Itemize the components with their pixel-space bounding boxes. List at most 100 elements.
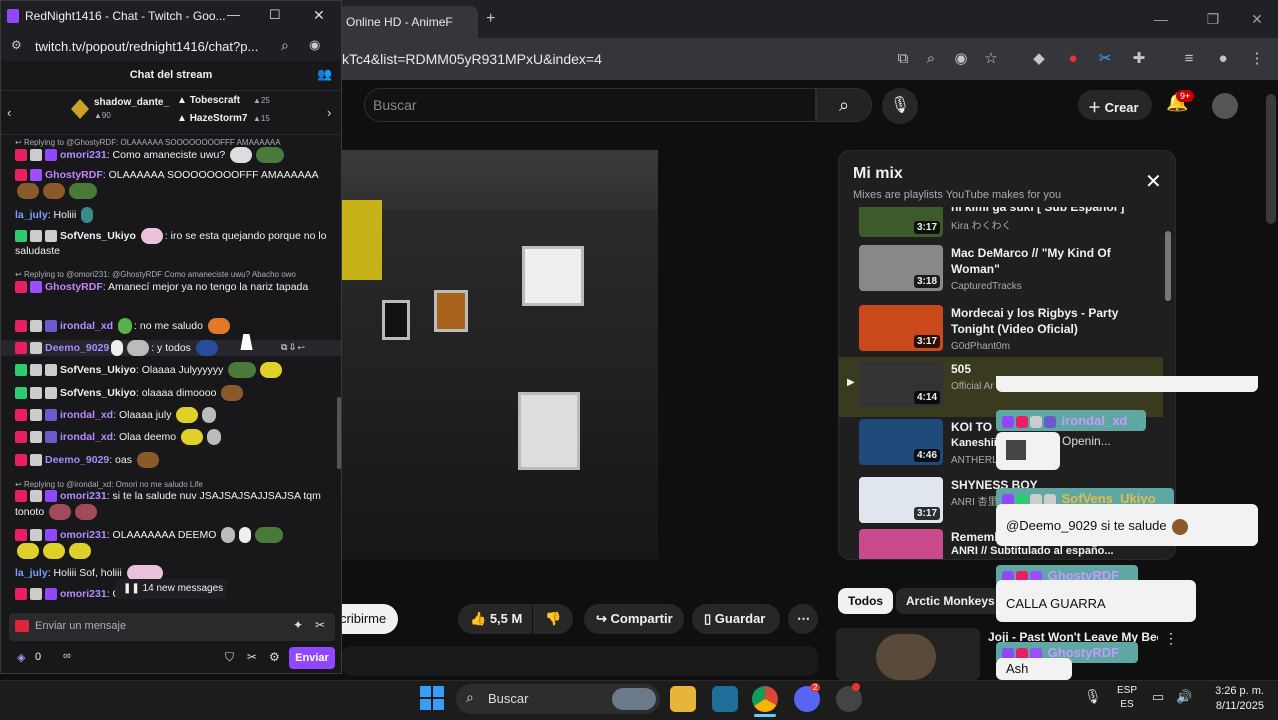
chat-username[interactable]: omori231 <box>60 529 107 541</box>
file-explorer-icon[interactable] <box>670 686 696 712</box>
chat-username[interactable]: omori231 <box>60 149 107 161</box>
chat-username[interactable]: SofVens_Ukiyo <box>60 387 136 399</box>
chat-message[interactable]: GhostyRDF: Amanecí mejor ya no tengo la … <box>15 280 331 295</box>
minimize-icon[interactable]: — <box>1150 8 1172 30</box>
mix-scrollbar[interactable] <box>1165 231 1171 301</box>
browser-tab-youtube[interactable]: Online HD - AnimeF <box>336 6 478 38</box>
mix-item[interactable]: 3:17 hi kimi ga suki [ Sub Español ] Kir… <box>839 207 1161 237</box>
more-options-icon[interactable]: ⋮ <box>1164 630 1178 647</box>
chat-message[interactable]: irondal_xd: Olaa deemo <box>15 429 331 445</box>
maximize-icon[interactable]: ☐ <box>269 7 281 23</box>
save-button[interactable]: ▯ Guardar <box>692 604 780 634</box>
yt-search-input[interactable]: Buscar <box>364 88 816 122</box>
chat-username[interactable]: omori231 <box>60 490 107 502</box>
shield-icon[interactable]: ⛉ <box>225 650 234 665</box>
share-button[interactable]: ↪ Compartir <box>584 604 684 634</box>
search-icon[interactable]: ⌕ <box>816 88 872 122</box>
chat-username[interactable]: GhostyRDF <box>45 169 103 181</box>
dislike-button[interactable]: 👎 <box>533 604 573 634</box>
menu-icon[interactable]: ⋮ <box>1246 48 1268 70</box>
reply-action-icons[interactable]: ⧉ ⇩ ↩ <box>281 340 305 355</box>
restore-icon[interactable]: ❐ <box>1202 8 1224 30</box>
extension-red-icon[interactable]: ● <box>1062 48 1084 70</box>
extension-blue-icon[interactable]: ✂ <box>1094 48 1116 70</box>
eye-off-icon[interactable]: ◉ <box>950 48 972 70</box>
chat-username[interactable]: Deemo_9029 <box>45 454 109 466</box>
chat-username[interactable]: omori231 <box>60 588 107 600</box>
video-player[interactable] <box>342 150 658 560</box>
chat-message[interactable]: omori231: OLAAAAAAA DEEMO <box>15 527 331 559</box>
puzzle-icon[interactable]: ✚ <box>1128 48 1150 70</box>
chat-message[interactable]: GhostyRDF: OLAAAAAA SOOOOOOOOFFF AMAAAAA… <box>15 168 331 199</box>
subscribe-button[interactable]: cribirme <box>340 604 398 634</box>
site-settings-icon[interactable]: ⚙ <box>11 38 22 52</box>
avatar[interactable] <box>1212 93 1238 119</box>
chrome-icon[interactable] <box>752 686 778 712</box>
new-tab-icon[interactable]: + <box>486 10 495 28</box>
bookmark-star-icon[interactable]: ☆ <box>980 48 1002 70</box>
emote-picker-icon[interactable]: ✦ <box>293 618 303 632</box>
chat-message[interactable]: la_july: Holiii <box>15 207 331 223</box>
extension-icon[interactable]: ◆ <box>1028 48 1050 70</box>
chat-username[interactable]: Deemo_9029 <box>45 342 109 354</box>
chat-username[interactable]: irondal_xd <box>60 409 113 421</box>
chat-message-hovered[interactable]: Deemo_9029: y todos ⧉ ⇩ ↩ <box>1 340 341 356</box>
close-window-icon[interactable]: ✕ <box>313 7 325 24</box>
page-scrollbar[interactable] <box>1266 94 1276 224</box>
chat-message[interactable]: omori231: Como amaneciste uwu? <box>15 147 331 163</box>
chat-username[interactable]: irondal_xd <box>60 431 113 443</box>
chat-username[interactable]: SofVens_Ukiyo <box>60 364 136 376</box>
close-icon[interactable]: ✕ <box>1145 169 1162 194</box>
app-icon[interactable] <box>712 686 738 712</box>
chat-message[interactable]: Deemo_9029: oas <box>15 452 331 468</box>
mic-icon[interactable]: 🎙 <box>882 88 918 124</box>
create-button[interactable]: ＋ Crear <box>1078 90 1152 120</box>
description-box[interactable] <box>342 646 818 676</box>
users-icon[interactable]: 👥 <box>317 67 332 81</box>
media-icon[interactable]: ≡ <box>1178 48 1200 70</box>
chevron-right-icon[interactable]: › <box>327 105 331 120</box>
mod-tools-icon[interactable]: ✂ <box>247 650 257 664</box>
minimize-icon[interactable]: — <box>227 7 240 22</box>
eye-off-icon[interactable]: ◉ <box>309 37 320 53</box>
chat-message[interactable]: irondal_xd : no me saludo <box>15 318 331 334</box>
more-actions-icon[interactable]: ⋯ <box>788 604 818 634</box>
chat-input[interactable]: Enviar un mensaje <box>9 613 335 641</box>
profile-icon[interactable]: ● <box>1212 48 1234 70</box>
channel-points-icon[interactable]: ◈ <box>17 651 25 664</box>
gear-icon[interactable]: ⚙ <box>269 650 280 664</box>
chevron-left-icon[interactable]: ‹ <box>7 105 11 120</box>
send-button[interactable]: Enviar <box>289 647 335 669</box>
network-icon[interactable]: ▭ <box>1152 689 1164 705</box>
recommended-thumbnail[interactable] <box>836 628 980 680</box>
popout-url[interactable]: twitch.tv/popout/rednight1416/chat?p... <box>35 39 258 54</box>
chat-username[interactable]: la_july <box>15 567 48 579</box>
chat-scrollbar[interactable] <box>337 397 341 469</box>
zoom-icon[interactable]: ⌕ <box>920 48 942 70</box>
chat-username[interactable]: irondal_xd <box>60 320 113 332</box>
chat-username[interactable]: la_july <box>15 209 48 221</box>
chat-message[interactable]: SofVens_Ukiyo: olaaaa dimoooo <box>15 385 331 401</box>
zoom-icon[interactable]: ⌕ <box>281 37 289 54</box>
mix-item[interactable]: 3:18 Mac DeMarco // "My Kind Of Woman" C… <box>839 241 1161 301</box>
chat-message[interactable]: SofVens_Ukiyo: Olaaaa Julyyyyyy <box>15 362 331 378</box>
close-window-icon[interactable]: ✕ <box>1246 8 1268 30</box>
chat-message[interactable]: omori231: si te la salude nuv JSAJSAJSAJ… <box>15 489 331 520</box>
chat-username[interactable]: SofVens_Ukiyo <box>60 230 136 242</box>
windows-start-icon[interactable] <box>420 686 444 710</box>
address-bar[interactable]: kTc4&list=RDMM05yR931MPxU&index=4 <box>338 45 878 73</box>
clock[interactable]: 3:26 p. m. 8/11/2025 <box>1204 684 1264 714</box>
volume-icon[interactable]: 🔊 <box>1176 689 1192 705</box>
chip-todos[interactable]: Todos <box>838 588 894 614</box>
cast-icon[interactable]: ⧉ <box>892 48 914 70</box>
chat-username[interactable]: GhostyRDF <box>45 281 103 293</box>
language-indicator[interactable]: ESP ES <box>1112 684 1142 712</box>
chat-message[interactable]: SofVens_Ukiyo : iro se esta quejando por… <box>15 228 331 259</box>
extension-icon[interactable]: ✂ <box>315 618 325 632</box>
like-button[interactable]: 👍 5,5 M <box>458 604 532 634</box>
chip-arctic-monkeys[interactable]: Arctic Monkeys <box>896 588 1005 614</box>
mix-item[interactable]: 3:17 Mordecai y los Rigbys - Party Tonig… <box>839 301 1161 361</box>
mic-icon[interactable]: 🎙 <box>1084 688 1102 705</box>
chat-message[interactable]: irondal_xd: Olaaaa july <box>15 407 331 423</box>
new-messages-button[interactable]: ❚❚ 14 new messages <box>115 579 227 599</box>
